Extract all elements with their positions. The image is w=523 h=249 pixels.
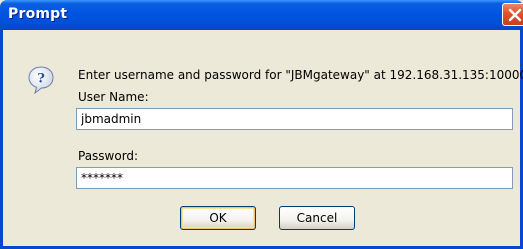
svg-text:?: ? bbox=[37, 72, 45, 87]
password-label: Password: bbox=[78, 149, 139, 163]
title-bar[interactable]: Prompt bbox=[0, 0, 523, 30]
close-icon bbox=[508, 8, 522, 22]
prompt-message: Enter username and password for "JBMgate… bbox=[78, 68, 523, 82]
cancel-button[interactable]: Cancel bbox=[279, 206, 355, 230]
window-title: Prompt bbox=[8, 6, 68, 22]
ok-button[interactable]: OK bbox=[180, 206, 256, 230]
password-input[interactable] bbox=[76, 167, 513, 189]
close-button[interactable] bbox=[502, 3, 523, 26]
question-icon: ? bbox=[28, 66, 54, 94]
username-label: User Name: bbox=[78, 90, 149, 104]
window-frame-left bbox=[0, 30, 3, 249]
username-input[interactable] bbox=[76, 108, 513, 130]
